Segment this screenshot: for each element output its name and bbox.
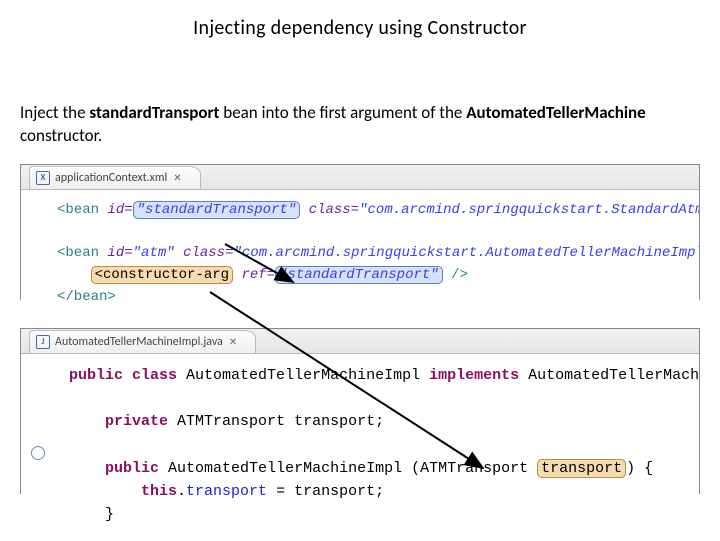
gutter-marker-icon [31, 446, 45, 460]
tab-java[interactable]: J AutomatedTellerMachineImpl.java ✕ [29, 330, 256, 353]
code-java: public class AutomatedTellerMachineImpl … [21, 354, 699, 541]
assign-lhs: transport [186, 483, 267, 500]
close-icon[interactable]: ✕ [173, 169, 181, 187]
tab-bar: J AutomatedTellerMachineImpl.java ✕ [21, 329, 699, 354]
param-type: ATMTransport [420, 460, 528, 477]
intro-seg: Inject the [20, 102, 89, 123]
constructor-arg-ref: "standardTransport" [275, 266, 443, 284]
bean-id-standardTransport: "standardTransport" [133, 201, 301, 219]
bean-class: "com.arcmind.springquickstart.StandardAt… [359, 202, 699, 218]
interface-name: AutomatedTellerMachine [528, 367, 699, 384]
intro-bean-name: standardTransport [89, 102, 219, 123]
code-xml: <bean id="standardTransport" class="com.… [21, 190, 699, 322]
assign-rhs: transport [294, 483, 375, 500]
bean-id-atm: "atm" [133, 245, 175, 261]
xml-file-icon: X [36, 171, 50, 185]
ctor-name: AutomatedTellerMachineImpl [168, 460, 402, 477]
constructor-arg-tag: <constructor-arg [91, 266, 233, 284]
close-icon[interactable]: ✕ [229, 333, 237, 351]
field-name: transport [294, 413, 375, 430]
tab-xml[interactable]: X applicationContext.xml ✕ [29, 166, 201, 189]
intro-class-name: AutomatedTellerMachine [466, 102, 646, 123]
tab-bar: X applicationContext.xml ✕ [21, 165, 699, 190]
intro-seg: bean into the first argument of the [219, 102, 466, 123]
page-title: Injecting dependency using Constructor [20, 16, 700, 40]
field-type: ATMTransport [177, 413, 285, 430]
intro-seg: constructor. [20, 125, 102, 146]
tab-label: AutomatedTellerMachineImpl.java [55, 333, 223, 351]
editor-java: J AutomatedTellerMachineImpl.java ✕ publ… [20, 328, 700, 494]
bean-class: "com.arcmind.springquickstart.AutomatedT… [233, 245, 699, 261]
tab-label: applicationContext.xml [55, 169, 167, 187]
class-name: AutomatedTellerMachineImpl [186, 367, 420, 384]
editor-xml: X applicationContext.xml ✕ <bean id="sta… [20, 164, 700, 300]
intro-text: Inject the standardTransport bean into t… [20, 102, 700, 148]
java-file-icon: J [36, 335, 50, 349]
ctor-param-transport: transport [537, 459, 626, 478]
